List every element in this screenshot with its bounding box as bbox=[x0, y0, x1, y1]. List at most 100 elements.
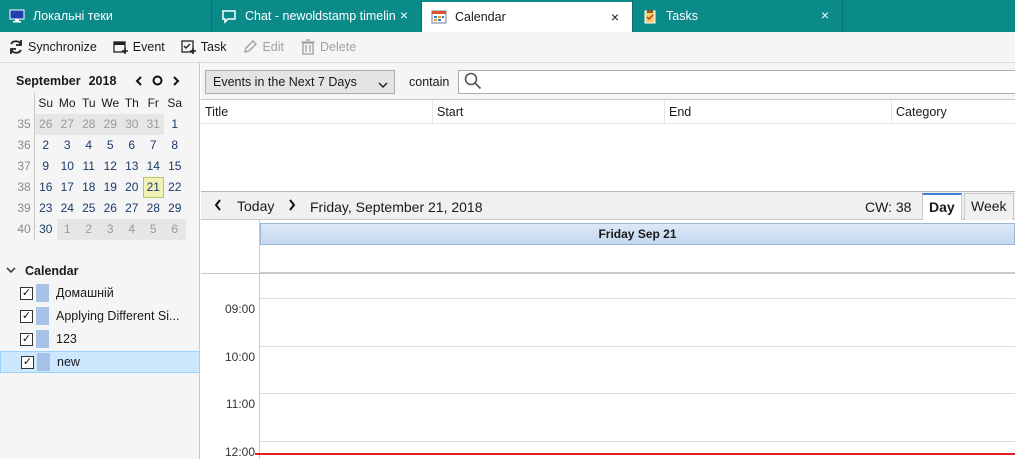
calendar-icon bbox=[430, 9, 448, 25]
week-number: 36 bbox=[14, 135, 35, 156]
new-event-button[interactable]: Event bbox=[113, 36, 165, 58]
day-cell[interactable]: 19 bbox=[100, 177, 122, 198]
column-end[interactable]: End bbox=[664, 100, 891, 124]
edit-button[interactable]: Edit bbox=[242, 36, 284, 58]
day-cell[interactable]: 16 bbox=[35, 177, 57, 198]
day-cell[interactable]: 28 bbox=[78, 114, 100, 135]
tab-week-view[interactable]: Week bbox=[964, 193, 1014, 220]
day-cell[interactable]: 1 bbox=[56, 219, 78, 240]
day-cell[interactable]: 11 bbox=[78, 156, 100, 177]
day-cell[interactable]: 14 bbox=[143, 156, 165, 177]
calendar-checkbox[interactable]: ✓ bbox=[20, 309, 33, 323]
chevron-right-icon[interactable] bbox=[287, 198, 297, 215]
weekday-header-row: Su Mo Tu We Th Fr Sa bbox=[14, 93, 186, 114]
tab-tasks[interactable]: Tasks × bbox=[633, 0, 843, 32]
close-icon[interactable]: × bbox=[818, 8, 832, 22]
delete-button[interactable]: Delete bbox=[300, 36, 356, 58]
day-cell[interactable]: 3 bbox=[57, 135, 79, 156]
day-cell[interactable]: 30 bbox=[121, 114, 143, 135]
hour-line bbox=[260, 441, 1015, 442]
current-time-indicator bbox=[255, 453, 1015, 455]
day-cell[interactable]: 2 bbox=[78, 219, 100, 240]
day-cell[interactable]: 6 bbox=[121, 135, 143, 156]
day-cell[interactable]: 24 bbox=[57, 198, 79, 219]
tab-local-folders[interactable]: Локальні теки bbox=[0, 0, 212, 32]
close-icon[interactable]: × bbox=[397, 8, 411, 22]
weekday-label: We bbox=[101, 96, 120, 110]
event-filter-select[interactable]: Events in the Next 7 Days bbox=[205, 70, 395, 94]
chevron-right-icon[interactable] bbox=[172, 74, 180, 89]
calendar-item-selected[interactable]: ✓ new bbox=[0, 351, 200, 373]
calendar-item[interactable]: ✓ Applying Different Si... bbox=[0, 305, 200, 327]
day-cell[interactable]: 28 bbox=[143, 198, 165, 219]
day-cell[interactable]: 4 bbox=[78, 135, 100, 156]
week-number: 35 bbox=[14, 114, 35, 135]
day-cell[interactable]: 7 bbox=[143, 135, 165, 156]
chevron-down-icon[interactable] bbox=[6, 266, 16, 277]
hour-label: 11:00 bbox=[225, 397, 255, 411]
calendar-checkbox[interactable]: ✓ bbox=[20, 332, 33, 346]
calendar-item[interactable]: ✓ 123 bbox=[0, 328, 200, 350]
search-input[interactable] bbox=[458, 70, 1015, 94]
day-cell[interactable]: 15 bbox=[164, 156, 186, 177]
day-cell[interactable]: 12 bbox=[100, 156, 122, 177]
column-start[interactable]: Start bbox=[432, 100, 664, 124]
trash-icon bbox=[301, 39, 316, 55]
calendar-name: Домашній bbox=[56, 286, 114, 300]
day-cell[interactable]: 10 bbox=[57, 156, 79, 177]
calendar-list-header[interactable]: Calendar bbox=[0, 261, 200, 281]
day-cell[interactable]: 27 bbox=[121, 198, 143, 219]
chevron-left-icon[interactable] bbox=[135, 74, 143, 89]
left-pane: September 2018 Su Mo Tu We Th Fr Sa 35 2… bbox=[0, 63, 200, 459]
day-cell[interactable]: 27 bbox=[56, 114, 78, 135]
half-hour-line bbox=[260, 298, 1015, 299]
today-circle-icon[interactable] bbox=[152, 74, 163, 89]
calendar-item[interactable]: ✓ Домашній bbox=[0, 282, 200, 304]
column-category[interactable]: Category bbox=[891, 100, 1015, 124]
calendar-name: new bbox=[57, 355, 80, 369]
day-cell[interactable]: 3 bbox=[99, 219, 121, 240]
day-cell[interactable]: 26 bbox=[35, 114, 57, 135]
new-task-button[interactable]: Task bbox=[181, 36, 226, 58]
day-cell[interactable]: 26 bbox=[100, 198, 122, 219]
day-cell[interactable]: 17 bbox=[57, 177, 79, 198]
all-day-area[interactable] bbox=[260, 245, 1015, 273]
day-cell[interactable]: 5 bbox=[142, 219, 164, 240]
day-cell[interactable]: 29 bbox=[99, 114, 121, 135]
year-label[interactable]: 2018 bbox=[89, 74, 117, 88]
today-day-cell[interactable]: 21 bbox=[142, 177, 164, 198]
close-icon[interactable]: × bbox=[608, 10, 622, 24]
week-row: 36 2 3 4 5 6 7 8 bbox=[14, 135, 186, 156]
day-cell[interactable]: 23 bbox=[35, 198, 57, 219]
day-column-header[interactable]: Friday Sep 21 bbox=[260, 223, 1015, 245]
tab-calendar[interactable]: Calendar × bbox=[422, 0, 633, 32]
week-row: 39 23 24 25 26 27 28 29 bbox=[14, 198, 186, 219]
day-cell[interactable]: 31 bbox=[142, 114, 164, 135]
synchronize-button[interactable]: Synchronize bbox=[8, 36, 97, 58]
today-button[interactable]: Today bbox=[237, 198, 274, 214]
day-cell[interactable]: 30 bbox=[35, 219, 57, 240]
tab-chat[interactable]: Chat - newoldstamp timeline × bbox=[212, 0, 422, 32]
calendar-checkbox[interactable]: ✓ bbox=[21, 355, 34, 369]
chevron-left-icon[interactable] bbox=[213, 198, 223, 215]
calendar-checkbox[interactable]: ✓ bbox=[20, 286, 33, 300]
day-cell[interactable]: 9 bbox=[35, 156, 57, 177]
day-cell[interactable]: 6 bbox=[164, 219, 186, 240]
day-cell[interactable]: 25 bbox=[78, 198, 100, 219]
day-cell[interactable]: 4 bbox=[121, 219, 143, 240]
day-cell[interactable]: 29 bbox=[164, 198, 186, 219]
day-cell[interactable]: 1 bbox=[164, 114, 186, 135]
week-number: 38 bbox=[14, 177, 35, 198]
all-day-separator bbox=[201, 273, 1015, 274]
tab-day-view[interactable]: Day bbox=[922, 193, 962, 220]
week-number: 37 bbox=[14, 156, 35, 177]
day-cell[interactable]: 2 bbox=[35, 135, 57, 156]
day-cell[interactable]: 18 bbox=[78, 177, 100, 198]
day-cell[interactable]: 22 bbox=[164, 177, 186, 198]
column-title[interactable]: Title bbox=[201, 100, 432, 124]
month-label[interactable]: September bbox=[16, 74, 81, 88]
day-cell[interactable]: 5 bbox=[100, 135, 122, 156]
day-cell[interactable]: 13 bbox=[121, 156, 143, 177]
day-cell[interactable]: 20 bbox=[121, 177, 143, 198]
day-cell[interactable]: 8 bbox=[164, 135, 186, 156]
